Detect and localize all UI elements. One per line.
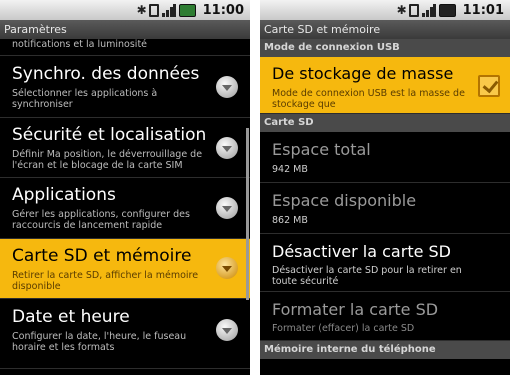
settings-screen: ✱ 11:00 Paramètres notifications et la l… (0, 0, 250, 375)
chevron-down-icon (216, 319, 238, 341)
item-title: Formater la carte SD (272, 300, 439, 319)
item-subtitle: Mode de connexion USB est la masse de st… (272, 88, 465, 110)
section-header-usb: Mode de connexion USB (260, 39, 510, 57)
available-space-item: Espace disponible 862 MB (260, 183, 510, 234)
sd-card-screen: ✱ 11:01 Carte SD et mémoire Mode de conn… (260, 0, 510, 375)
section-header-internal: Mémoire interne du téléphone (260, 341, 510, 359)
item-title: De stockage de masse (272, 64, 454, 83)
status-bar: ✱ 11:00 (0, 0, 250, 20)
settings-item-subtitle: notifications et la luminosité (12, 39, 148, 50)
settings-item-subtitle: Gérer les applications, configurer des r… (12, 209, 190, 231)
settings-item-subtitle: Sélectionner les applications à synchron… (12, 88, 158, 110)
bluetooth-icon: ✱ (136, 2, 147, 17)
settings-item-applications[interactable]: Applications Gérer les applications, con… (0, 178, 250, 239)
item-value: 942 MB (272, 164, 308, 175)
settings-item-security[interactable]: Sécurité et localisation Définir Ma posi… (0, 118, 250, 178)
clock: 11:01 (462, 2, 504, 18)
total-space-item: Espace total 942 MB (260, 132, 510, 183)
window-title: Carte SD et mémoire (260, 20, 510, 39)
sd-settings-list: Mode de connexion USB De stockage de mas… (260, 39, 510, 359)
chevron-down-icon (216, 197, 238, 219)
settings-list: notifications et la luminosité Synchro. … (0, 39, 250, 369)
format-sd-item[interactable]: Formater la carte SD Formater (effacer) … (260, 292, 510, 341)
item-title: Désactiver la carte SD (272, 242, 451, 261)
chevron-down-icon (216, 257, 238, 279)
clock: 11:00 (202, 2, 244, 18)
item-title: Espace total (272, 140, 371, 159)
section-header-sd: Carte SD (260, 114, 510, 132)
settings-item-title: Carte SD et mémoire (12, 246, 192, 266)
vibrate-icon (408, 3, 419, 17)
settings-item-title: Date et heure (12, 307, 130, 327)
battery-icon (438, 3, 456, 17)
chevron-down-icon (216, 76, 238, 98)
item-value: 862 MB (272, 215, 308, 226)
item-subtitle: Formater (effacer) la carte SD (272, 323, 415, 334)
status-bar: ✱ 11:01 (260, 0, 510, 20)
settings-item-title: Synchro. des données (12, 64, 200, 84)
chevron-down-icon (216, 137, 238, 159)
scrollbar[interactable] (246, 128, 249, 300)
item-subtitle: Désactiver la carte SD pour la retirer e… (272, 265, 462, 287)
settings-item-sd-card[interactable]: Carte SD et mémoire Retirer la carte SD,… (0, 239, 250, 299)
settings-item-subtitle: Configurer la date, l'heure, le fuseau h… (12, 331, 187, 353)
settings-item-title: Applications (12, 185, 116, 205)
settings-item-subtitle: Définir Ma position, le déverrouillage d… (12, 149, 203, 171)
battery-icon (178, 3, 196, 17)
vibrate-icon (148, 3, 159, 17)
settings-item-display[interactable]: notifications et la luminosité (0, 39, 250, 56)
unmount-sd-item[interactable]: Désactiver la carte SD Désactiver la car… (260, 234, 510, 292)
settings-item-date-time[interactable]: Date et heure Configurer la date, l'heur… (0, 299, 250, 369)
window-title: Paramètres (0, 20, 250, 39)
settings-item-title: Sécurité et localisation (12, 125, 207, 145)
bluetooth-icon: ✱ (396, 2, 407, 17)
signal-icon (421, 3, 436, 17)
item-title: Espace disponible (272, 191, 417, 210)
settings-item-subtitle: Retirer la carte SD, afficher la mémoire… (12, 270, 199, 292)
settings-item-sync[interactable]: Synchro. des données Sélectionner les ap… (0, 56, 250, 118)
checkbox-checked-icon[interactable] (478, 75, 500, 97)
usb-mass-storage-item[interactable]: De stockage de masse Mode de connexion U… (260, 57, 510, 114)
signal-icon (161, 3, 176, 17)
